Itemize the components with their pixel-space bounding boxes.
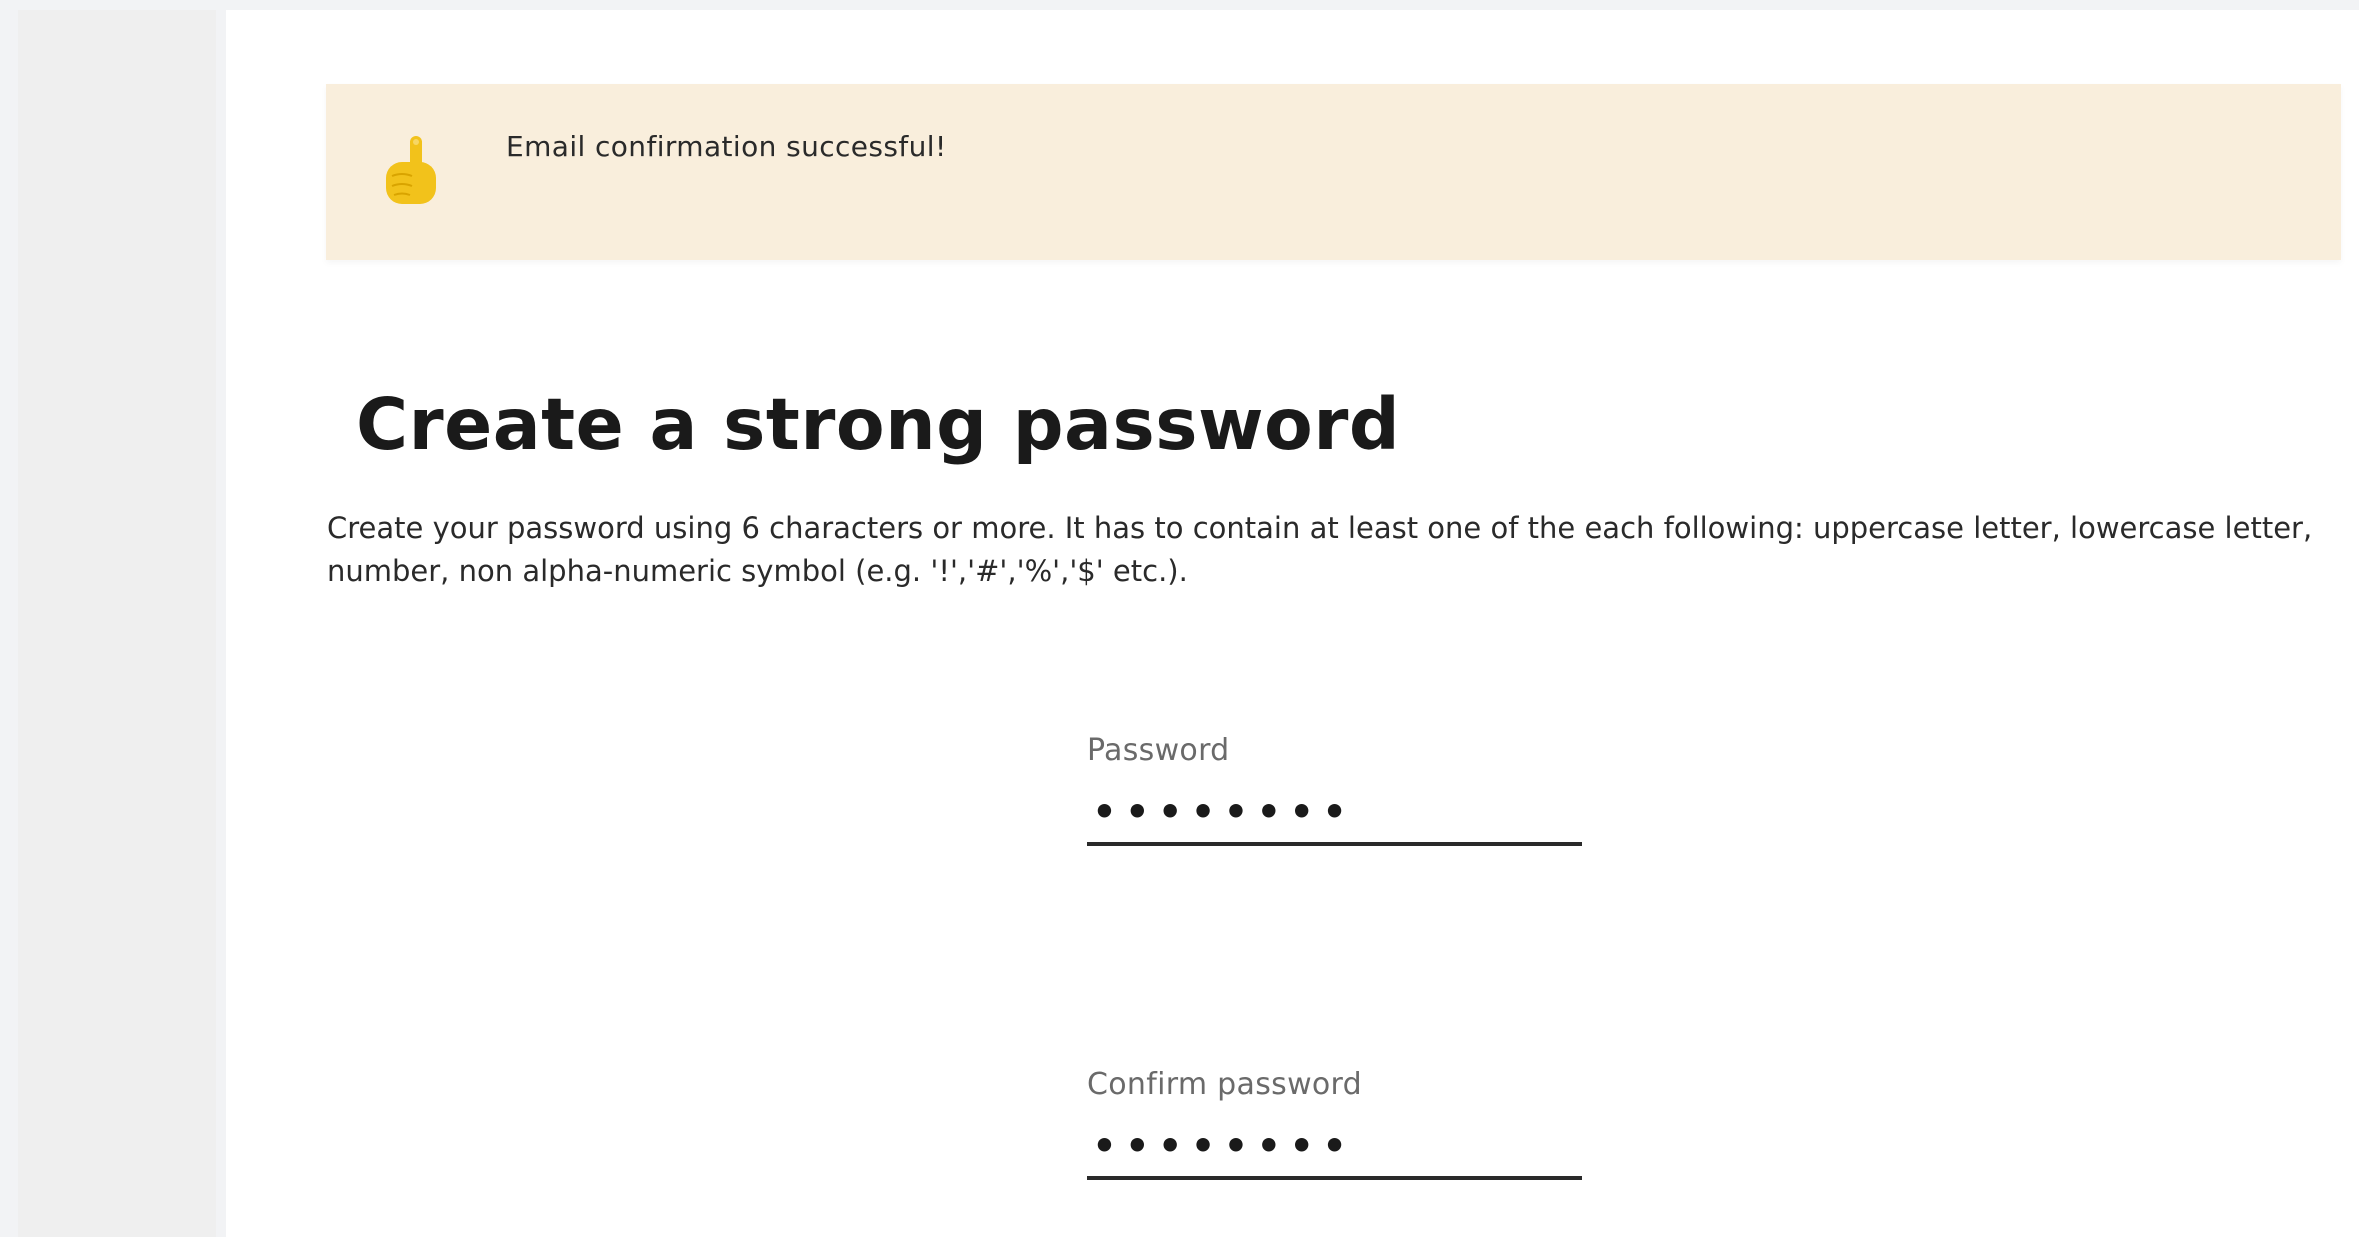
password-label: Password xyxy=(1087,733,1230,768)
password-requirements-text: Create your password using 6 characters … xyxy=(327,511,2313,588)
sidebar xyxy=(18,10,216,1237)
main-content: Email confirmation successful! Create a … xyxy=(226,10,2359,1237)
top-strip xyxy=(0,0,2359,10)
confirm-password-input[interactable] xyxy=(1087,1116,1582,1180)
page: Email confirmation successful! Create a … xyxy=(0,0,2359,1237)
success-banner: Email confirmation successful! xyxy=(326,84,2341,260)
password-field: Password xyxy=(1087,733,1582,846)
confirm-password-field: Confirm password xyxy=(1087,1067,1582,1180)
pointing-up-hand-icon xyxy=(376,132,446,212)
confirm-password-label: Confirm password xyxy=(1087,1067,1363,1102)
page-title: Create a strong password xyxy=(356,383,1401,466)
password-input[interactable] xyxy=(1087,782,1582,846)
banner-message: Email confirmation successful! xyxy=(506,130,947,163)
